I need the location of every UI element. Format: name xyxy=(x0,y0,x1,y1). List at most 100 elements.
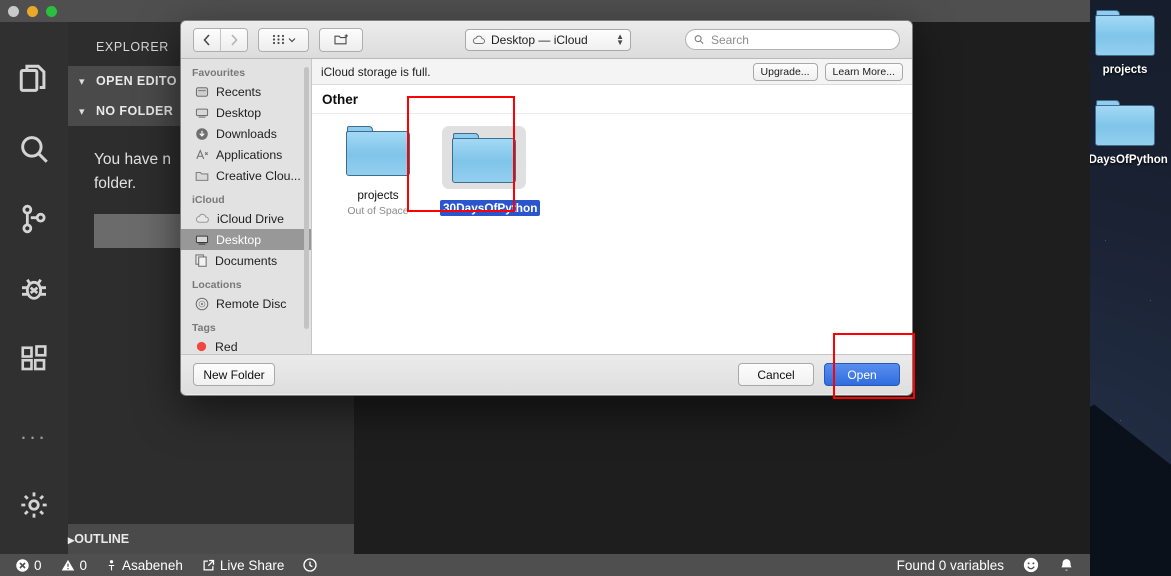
forward-button[interactable] xyxy=(220,28,247,51)
warning-icon xyxy=(61,559,74,570)
downloads-icon xyxy=(196,127,208,140)
search-field[interactable] xyxy=(685,29,900,50)
clock-icon xyxy=(303,558,318,572)
minimize-window-button[interactable] xyxy=(27,6,38,17)
status-warnings[interactable]: 0 xyxy=(51,554,97,576)
sidebar-item-remote-disc[interactable]: Remote Disc xyxy=(181,293,311,314)
upgrade-button[interactable]: Upgrade... xyxy=(752,62,818,81)
banner-buttons: Upgrade... Learn More... xyxy=(752,62,903,81)
desktop-icon xyxy=(195,235,209,245)
maximize-window-button[interactable] xyxy=(46,6,57,17)
new-folder-button[interactable]: New Folder xyxy=(193,363,275,386)
sidebar-item-documents[interactable]: Documents xyxy=(181,250,311,271)
cloud-icon xyxy=(472,35,485,44)
explorer-section-outline[interactable]: ▸ OUTLINE xyxy=(68,524,354,554)
chevron-left-icon xyxy=(203,33,210,46)
learn-more-button[interactable]: Learn More... xyxy=(824,62,903,81)
cloud-icon xyxy=(195,213,209,223)
close-window-button[interactable] xyxy=(8,6,19,17)
status-clock[interactable] xyxy=(293,554,327,576)
bell-icon xyxy=(1061,558,1072,571)
desktop-icon-30daysofpython[interactable]: 0DaysOfPython xyxy=(1079,96,1171,166)
desktop-icon-list: projects 0DaysOfPython xyxy=(1079,0,1171,166)
wallpaper-star xyxy=(1150,300,1151,301)
sidebar-item-recents[interactable]: Recents xyxy=(181,81,311,102)
selected-icon-background xyxy=(442,126,526,189)
status-feedback[interactable] xyxy=(1013,554,1049,576)
error-count: 0 xyxy=(34,557,42,573)
more-icon-glyph: ... xyxy=(20,419,48,444)
file-item-30daysofpython[interactable]: 30DaysOfPython xyxy=(440,126,541,217)
disc-icon xyxy=(195,297,209,310)
desktop-icon-label: 0DaysOfPython xyxy=(1082,154,1168,166)
sidebar-item-label: Recents xyxy=(216,84,262,99)
sidebar-scrollbar[interactable] xyxy=(304,67,309,329)
extensions-icon[interactable] xyxy=(0,324,68,394)
sidebar-item-icloud-drive[interactable]: iCloud Drive xyxy=(181,208,311,229)
folder-icon xyxy=(1095,100,1155,146)
explorer-icon[interactable] xyxy=(0,44,68,114)
file-grid: projects Out of Space 30DaysOfPython xyxy=(312,114,912,217)
search-icon[interactable] xyxy=(0,114,68,184)
status-account[interactable]: Asabeneh xyxy=(96,554,192,576)
dialog-toolbar: Desktop — iCloud ▲ ▼ xyxy=(181,21,912,59)
sidebar-item-downloads[interactable]: Downloads xyxy=(181,123,311,144)
sidebar-item-label: Creative Clou... xyxy=(216,168,301,183)
source-control-icon[interactable] xyxy=(0,184,68,254)
dialog-action-buttons: Cancel Open xyxy=(738,363,900,386)
back-button[interactable] xyxy=(194,28,220,51)
sidebar-item-applications[interactable]: Applications xyxy=(181,144,311,165)
status-found-variables[interactable]: Found 0 variables xyxy=(888,554,1013,576)
new-folder-icon xyxy=(333,34,348,45)
wallpaper-star xyxy=(1120,420,1121,421)
file-subtitle: Out of Space xyxy=(347,205,409,217)
gear-icon[interactable] xyxy=(0,470,68,540)
sidebar-item-desktop-fav[interactable]: Desktop xyxy=(181,102,311,123)
sidebar-item-tag-red[interactable]: Red xyxy=(181,336,311,354)
live-share-icon xyxy=(203,559,214,570)
smiley-icon xyxy=(1023,557,1039,573)
dialog-footer: New Folder Cancel Open xyxy=(181,354,912,394)
status-bar: 0 0 Asabeneh Live Share Found 0 variable… xyxy=(0,554,1090,576)
up-down-stepper-icon: ▲ ▼ xyxy=(616,32,624,47)
debug-icon[interactable] xyxy=(0,254,68,324)
location-popup-button[interactable]: Desktop — iCloud ▲ ▼ xyxy=(465,29,631,51)
sidebar-item-label: Applications xyxy=(216,147,283,162)
chevron-down-icon: ▾ xyxy=(79,75,85,88)
desktop-icon-label: projects xyxy=(1102,64,1148,76)
sidebar-item-label: Documents xyxy=(215,253,278,268)
view-options-button[interactable] xyxy=(258,27,309,52)
icloud-storage-banner: iCloud storage is full. Upgrade... Learn… xyxy=(312,59,912,85)
sidebar-item-desktop-icloud[interactable]: Desktop xyxy=(181,229,311,250)
status-live-share[interactable]: Live Share xyxy=(192,554,294,576)
cancel-button[interactable]: Cancel xyxy=(738,363,814,386)
desktop-icon xyxy=(195,108,209,118)
explorer-section-label: NO FOLDER xyxy=(96,104,174,118)
folder-icon xyxy=(1095,10,1155,56)
red-dot-icon xyxy=(196,341,207,352)
status-bar-right: Found 0 variables xyxy=(888,554,1084,576)
new-folder-toolbar-button[interactable] xyxy=(319,27,363,52)
live-share-label: Live Share xyxy=(219,557,285,573)
chevron-down-icon xyxy=(288,37,295,42)
chevron-right-icon xyxy=(231,33,238,46)
sidebar-group-title: Locations xyxy=(192,279,242,291)
vscode-titlebar xyxy=(0,0,1090,22)
desktop-icon-projects[interactable]: projects xyxy=(1079,6,1171,76)
activity-bar: ... xyxy=(0,22,68,554)
file-item-projects[interactable]: projects Out of Space xyxy=(334,126,422,217)
sidebar-item-creative-cloud[interactable]: Creative Clou... xyxy=(181,165,311,186)
search-input[interactable] xyxy=(708,31,891,48)
sidebar-item-label: Desktop xyxy=(216,105,262,120)
more-icon[interactable]: ... xyxy=(0,394,68,470)
explorer-section-label: OPEN EDITO xyxy=(96,74,177,88)
folder-icon xyxy=(195,171,209,181)
sidebar-group-title: Favourites xyxy=(192,67,246,79)
warning-count: 0 xyxy=(79,557,88,573)
error-icon xyxy=(16,558,29,572)
status-notifications[interactable] xyxy=(1049,554,1084,576)
open-button[interactable]: Open xyxy=(824,363,900,386)
status-errors[interactable]: 0 xyxy=(6,554,51,576)
file-group-header: Other xyxy=(312,85,912,114)
location-label: Desktop — iCloud xyxy=(491,33,588,47)
